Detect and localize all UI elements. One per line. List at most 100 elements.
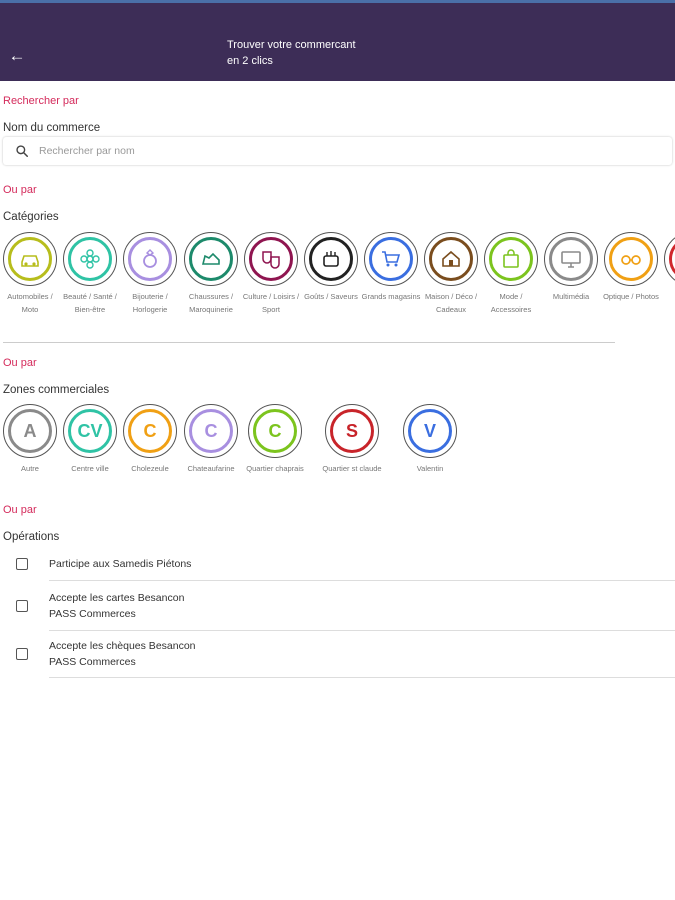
zone-item[interactable]: C Chateaufarine xyxy=(181,404,241,476)
category-circle xyxy=(63,232,117,286)
operation-row[interactable]: Accepte les cartes Besancon PASS Commerce… xyxy=(0,590,675,630)
operation-checkbox[interactable] xyxy=(16,648,28,660)
category-item[interactable]: Multimédia xyxy=(541,232,601,304)
zone-item[interactable]: C Cholezeule xyxy=(120,404,180,476)
category-circle-inner xyxy=(369,237,413,281)
zone-item[interactable]: V Valentin xyxy=(400,404,460,476)
food-icon xyxy=(323,251,339,267)
house-icon xyxy=(442,250,460,267)
category-item[interactable]: Re xyxy=(661,232,675,304)
or-by-label-categories: Ou par xyxy=(3,184,37,196)
operation-checkbox[interactable] xyxy=(16,558,28,570)
operation-divider xyxy=(49,630,675,631)
category-item[interactable]: Goûts / Saveurs xyxy=(301,232,361,304)
masks-icon xyxy=(262,251,280,269)
divider xyxy=(3,342,615,343)
zone-item[interactable]: S Quartier st claude xyxy=(322,404,382,476)
zone-label: Quartier chaprais xyxy=(246,464,304,473)
category-item[interactable]: Bijouterie / Horlogerie xyxy=(120,232,180,316)
category-label: Automobiles / Moto xyxy=(7,292,53,314)
category-item[interactable]: Optique / Photos xyxy=(601,232,661,304)
page-title: Trouver votre commercant en 2 clics xyxy=(227,37,427,69)
category-circle xyxy=(3,232,57,286)
category-circle-inner xyxy=(68,237,112,281)
zone-circle: V xyxy=(403,404,457,458)
zone-letter: C xyxy=(143,420,157,441)
category-label: Re xyxy=(661,291,675,304)
back-arrow-icon[interactable]: ← xyxy=(8,47,26,65)
category-item[interactable]: Maison / Déco / Cadeaux xyxy=(421,232,481,316)
category-item[interactable]: Beauté / Santé / Bien-être xyxy=(60,232,120,316)
car-icon xyxy=(21,255,39,267)
zone-item[interactable]: C Quartier chaprais xyxy=(245,404,305,476)
zone-item[interactable]: CV Centre ville xyxy=(60,404,120,476)
operation-label: Accepte les cartes Besancon PASS Commerce… xyxy=(49,590,184,622)
zone-circle: CV xyxy=(63,404,117,458)
category-label: Optique / Photos xyxy=(603,292,659,301)
category-circle-inner xyxy=(8,237,52,281)
zone-letter: S xyxy=(345,420,358,441)
flower-icon xyxy=(80,249,100,269)
glasses-icon xyxy=(621,255,641,265)
category-circle-inner xyxy=(549,237,593,281)
zone-letter: C xyxy=(268,420,282,441)
zone-circle: S xyxy=(325,404,379,458)
category-item[interactable]: Automobiles / Moto xyxy=(0,232,60,316)
category-item[interactable]: Grands magasins xyxy=(361,232,421,304)
operations-heading: Opérations xyxy=(3,531,60,543)
operation-label: Participe aux Samedis Piétons xyxy=(49,556,191,572)
category-circle xyxy=(544,232,598,286)
category-item[interactable]: Culture / Loisirs / Sport xyxy=(241,232,301,316)
category-item[interactable]: Chaussures / Maroquinerie xyxy=(181,232,241,316)
operation-row[interactable]: Participe aux Samedis Piétons xyxy=(0,552,675,580)
zone-label: Quartier st claude xyxy=(322,464,382,473)
zone-item[interactable]: A Autre xyxy=(0,404,60,476)
monitor-icon xyxy=(561,251,581,268)
bag-icon xyxy=(503,249,519,268)
operation-row[interactable]: Accepte les chèques Besancon PASS Commerc… xyxy=(0,638,675,677)
search-box xyxy=(3,137,672,165)
category-label: Goûts / Saveurs xyxy=(304,292,358,301)
zones-heading: Zones commerciales xyxy=(3,384,110,396)
category-circle xyxy=(664,232,675,286)
zone-label: Autre xyxy=(21,464,39,473)
category-circle-inner xyxy=(309,237,353,281)
operation-label-line2: PASS Commerces xyxy=(49,608,136,620)
zone-circle-inner: C xyxy=(189,409,233,453)
category-circle-inner xyxy=(429,237,473,281)
zone-circle-inner: C xyxy=(253,409,297,453)
operation-divider xyxy=(49,580,675,581)
categories-list: Automobiles / Moto Beauté / Santé / Bien-… xyxy=(0,232,675,338)
zone-circle-inner: V xyxy=(408,409,452,453)
zone-letter: C xyxy=(204,420,218,441)
zone-letter: V xyxy=(423,420,436,441)
zone-circle-inner: C xyxy=(128,409,172,453)
category-label: Grands magasins xyxy=(361,292,421,301)
zones-list: A Autre CV Centre ville C Cholezeule C Chateauf… xyxy=(0,404,675,484)
category-circle xyxy=(364,232,418,286)
zone-label: Chateaufarine xyxy=(187,464,235,473)
zone-label: Cholezeule xyxy=(131,464,169,473)
category-circle xyxy=(184,232,238,286)
operation-checkbox[interactable] xyxy=(16,600,28,612)
category-circle-inner xyxy=(669,237,675,281)
category-circle xyxy=(604,232,658,286)
cart-icon xyxy=(382,251,401,267)
category-circle-inner xyxy=(189,237,233,281)
search-icon xyxy=(16,145,29,158)
zone-circle-inner: S xyxy=(330,409,374,453)
category-circle-inner xyxy=(249,237,293,281)
zone-label: Centre ville xyxy=(71,464,109,473)
zone-label: Valentin xyxy=(416,464,444,473)
category-item[interactable]: Mode / Accessoires xyxy=(481,232,541,316)
categories-heading: Catégories xyxy=(3,211,59,223)
category-label: Culture / Loisirs / Sport xyxy=(242,292,300,314)
category-circle xyxy=(123,232,177,286)
zone-circle: A xyxy=(3,404,57,458)
operation-label-line1: Participe aux Samedis Piétons xyxy=(49,558,192,570)
category-circle xyxy=(304,232,358,286)
category-label: Chaussures / Maroquinerie xyxy=(188,292,234,314)
search-input[interactable] xyxy=(39,141,639,161)
category-label: Maison / Déco / Cadeaux xyxy=(424,292,478,314)
ring-icon xyxy=(143,249,157,268)
